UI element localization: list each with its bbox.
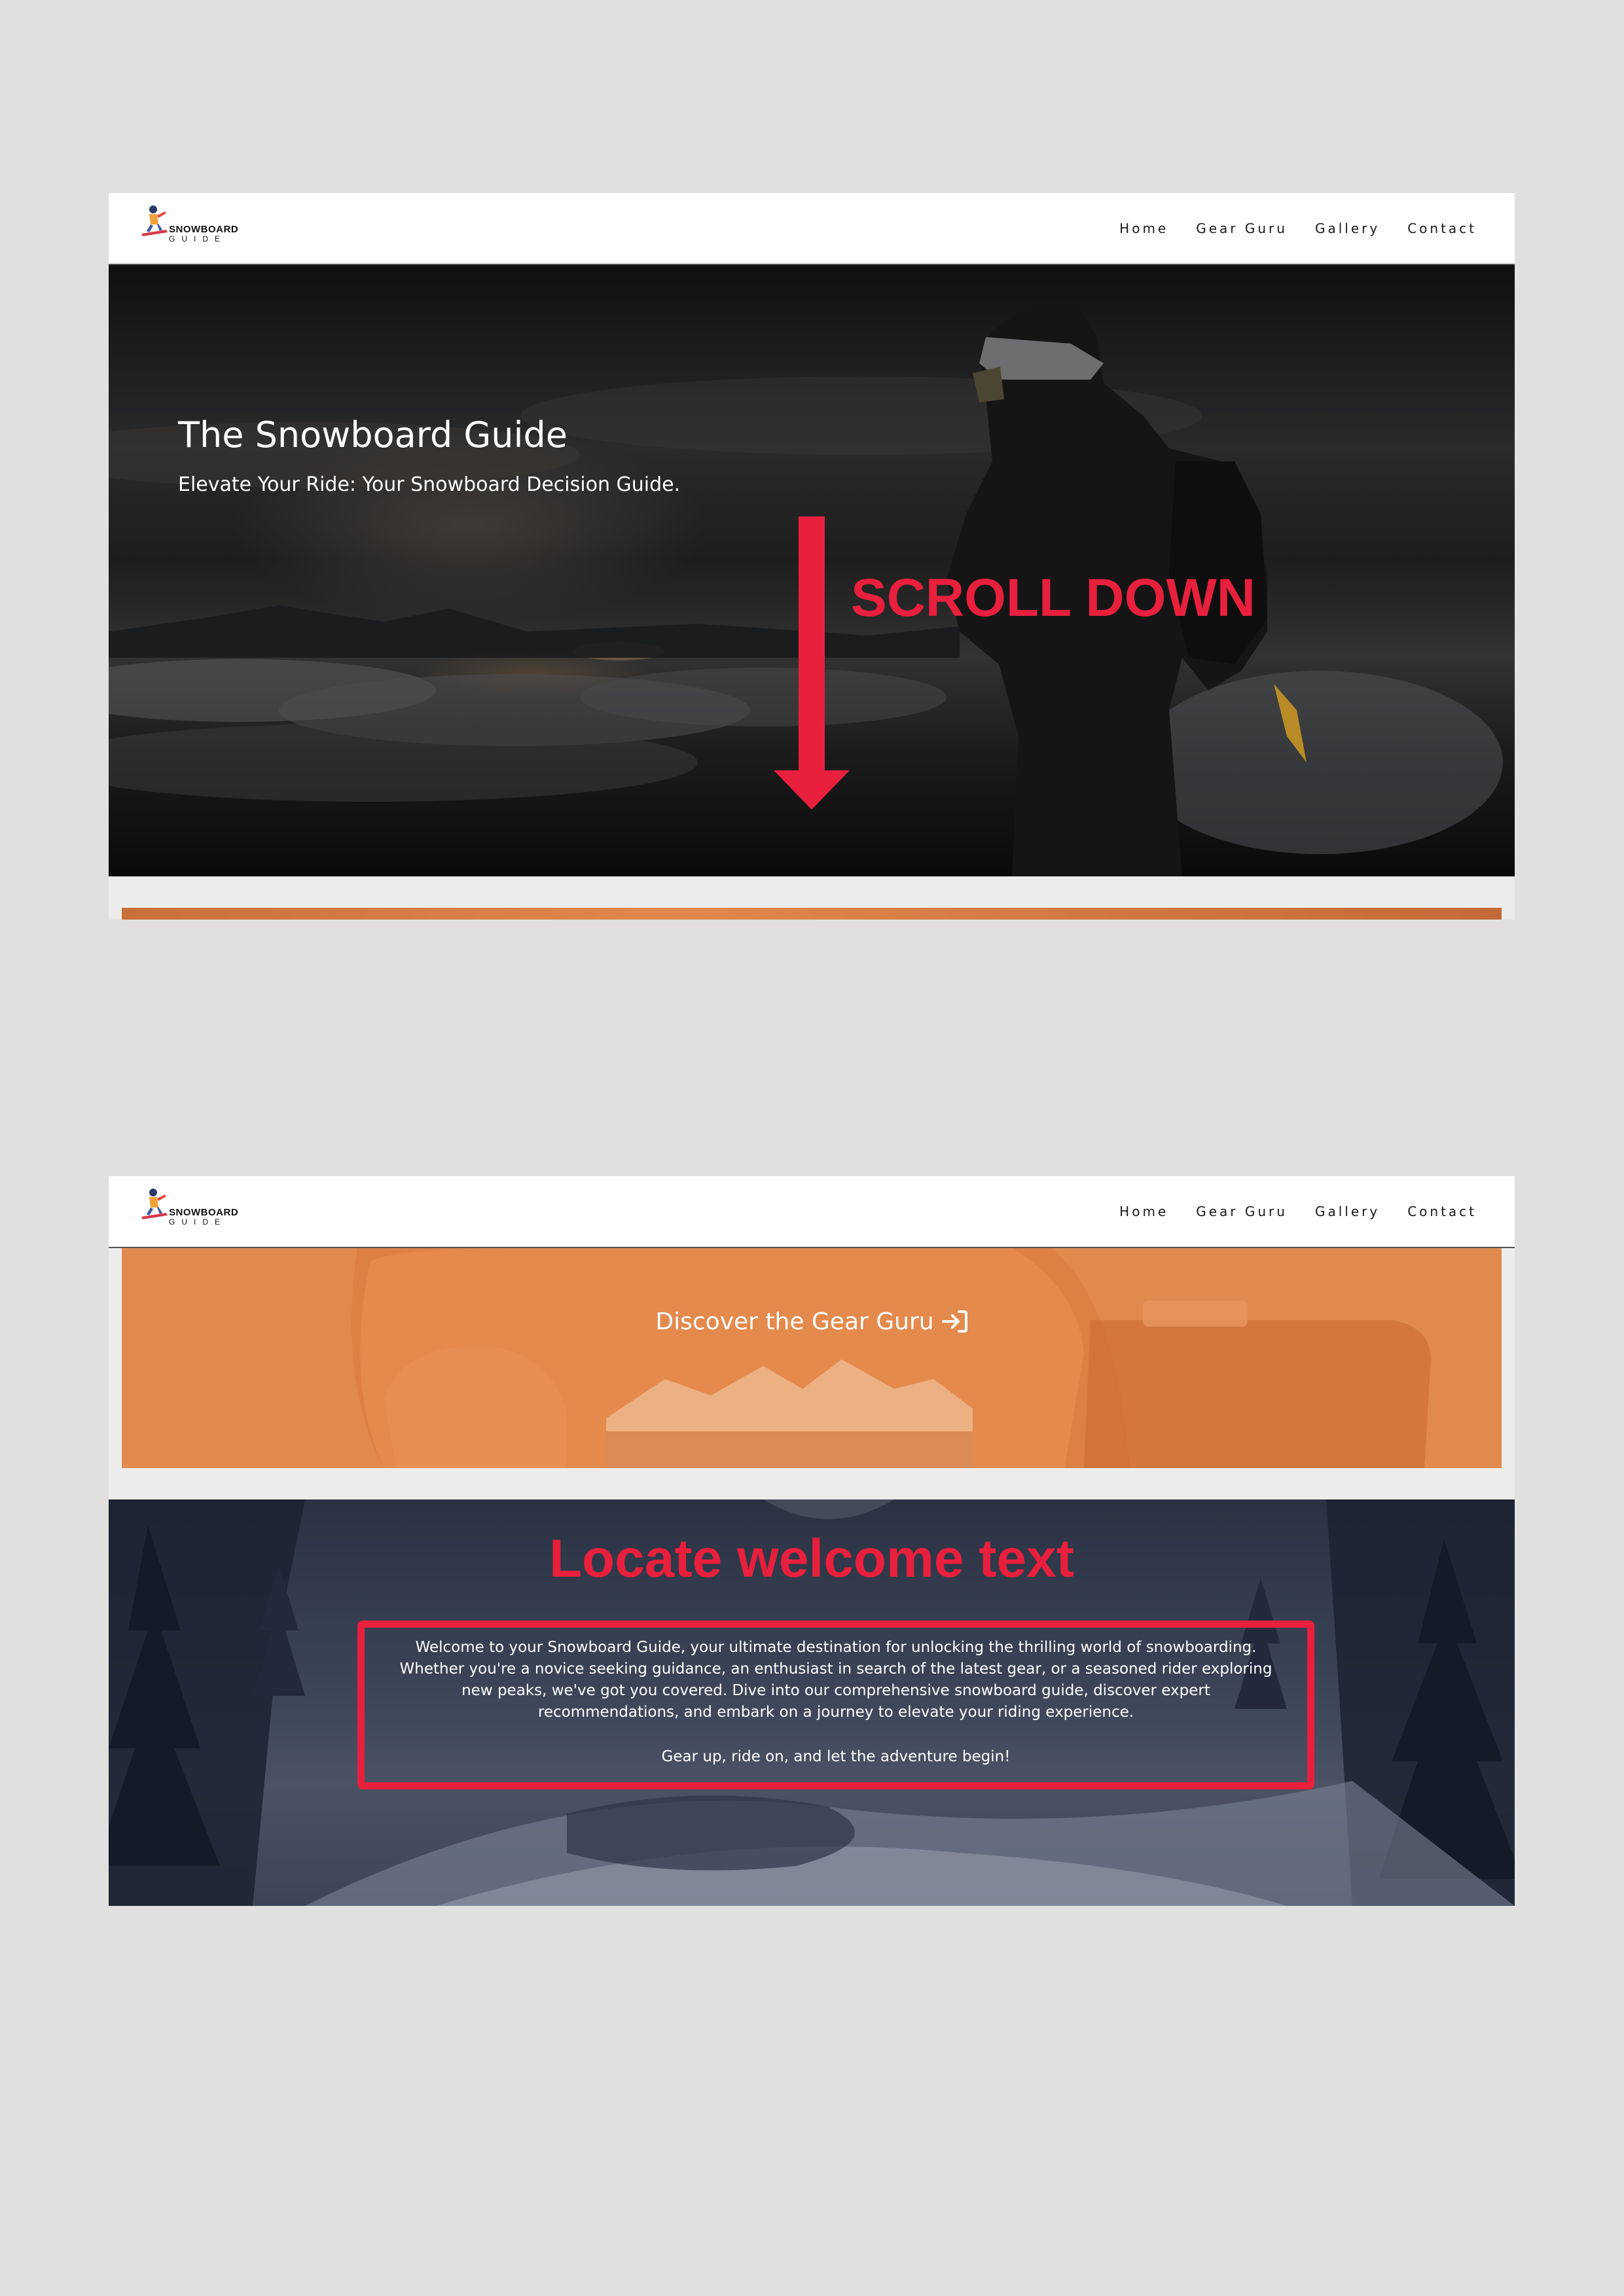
nav-menu: Home Gear Guru Gallery Contact	[1119, 1204, 1477, 1219]
logo-subword: GUIDE	[169, 1217, 227, 1227]
nav-item-contact[interactable]: Contact	[1407, 1204, 1477, 1219]
nav-item-contact[interactable]: Contact	[1407, 221, 1477, 236]
site-logo[interactable]: SNOWBOARD GUIDE	[140, 205, 245, 251]
locate-welcome-annotation: Locate welcome text	[549, 1529, 1075, 1588]
scroll-down-annotation: SCROLL DOWN	[851, 568, 1256, 628]
welcome-paragraph: Welcome to your Snowboard Guide, your ul…	[399, 1639, 1272, 1721]
snowboarder-logo-icon	[141, 1189, 168, 1219]
gear-link-label: Discover the Gear Guru	[655, 1308, 934, 1335]
nav-menu: Home Gear Guru Gallery Contact	[1119, 221, 1477, 236]
scroll-down-arrow-icon	[774, 516, 850, 810]
site-logo[interactable]: SNOWBOARD GUIDE	[140, 1188, 245, 1234]
logo-subword: GUIDE	[169, 234, 227, 243]
nav-item-gear-guru[interactable]: Gear Guru	[1196, 1204, 1288, 1219]
nav-item-gallery[interactable]: Gallery	[1315, 1204, 1380, 1219]
navbar: SNOWBOARD GUIDE Home Gear Guru Gallery C…	[109, 193, 1515, 265]
snowboarder-logo-icon	[141, 206, 168, 236]
nav-item-gallery[interactable]: Gallery	[1315, 221, 1380, 236]
welcome-closing-line: Gear up, ride on, and let the adventure …	[661, 1748, 1011, 1765]
nav-item-gear-guru[interactable]: Gear Guru	[1196, 221, 1288, 236]
navbar: SNOWBOARD GUIDE Home Gear Guru Gallery C…	[109, 1176, 1515, 1248]
gear-guru-banner: Discover the Gear Guru	[122, 1248, 1502, 1468]
logo-wordmark: SNOWBOARD	[169, 1207, 239, 1218]
hero-title: The Snowboard Guide	[178, 414, 568, 456]
screenshot-scrolled: SNOWBOARD GUIDE Home Gear Guru Gallery C…	[109, 1176, 1515, 1906]
hero-section: The Snowboard Guide Elevate Your Ride: Y…	[109, 265, 1515, 876]
discover-gear-guru-link[interactable]: Discover the Gear Guru	[122, 1248, 1502, 1395]
welcome-section: Locate welcome text Welcome to your Snow…	[109, 1499, 1515, 1906]
nav-item-home[interactable]: Home	[1119, 1204, 1168, 1219]
nav-item-home[interactable]: Home	[1119, 221, 1168, 236]
arrow-right-to-bracket-icon	[941, 1310, 967, 1333]
gear-banner-peek	[122, 908, 1502, 920]
logo-wordmark: SNOWBOARD	[169, 224, 239, 235]
screenshot-top: SNOWBOARD GUIDE Home Gear Guru Gallery C…	[109, 193, 1515, 920]
hero-subtitle: Elevate Your Ride: Your Snowboard Decisi…	[178, 473, 681, 496]
